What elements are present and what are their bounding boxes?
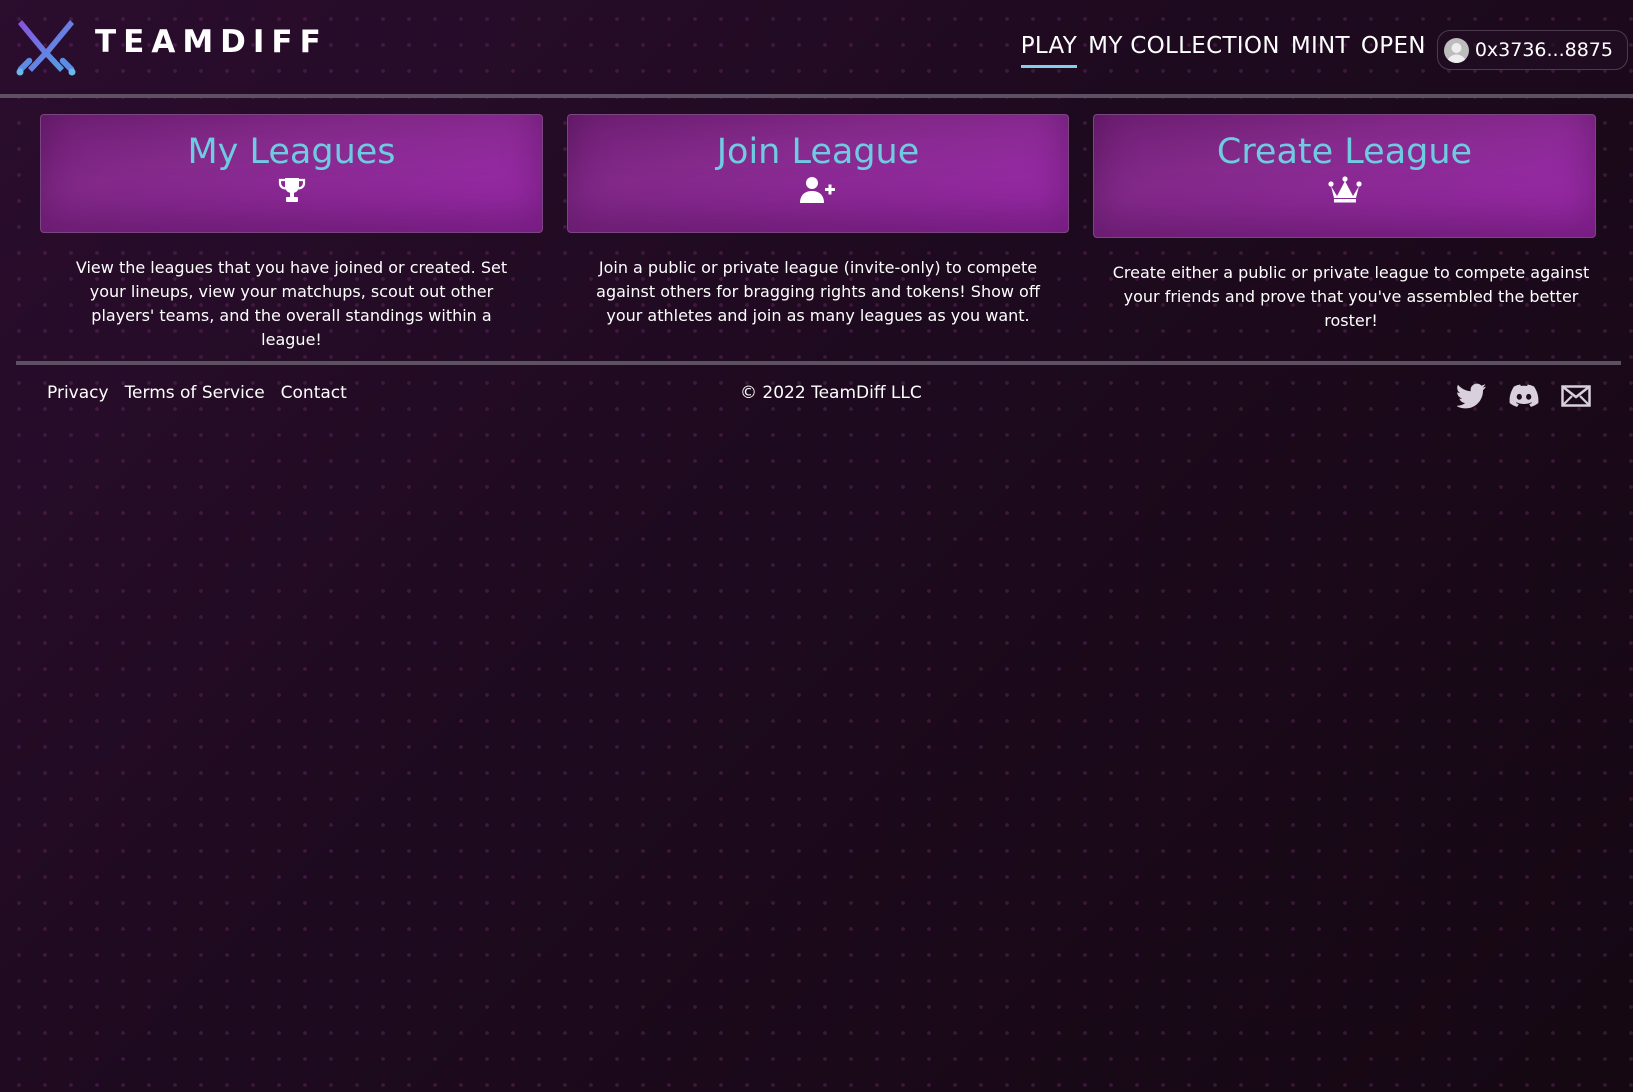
- create-league-title: Create League: [1216, 132, 1473, 172]
- header-divider: [0, 94, 1633, 98]
- trophy-icon: [41, 176, 542, 204]
- join-league-card[interactable]: Join League: [567, 114, 1069, 233]
- contact-link[interactable]: Contact: [281, 383, 347, 403]
- site-header: TEAMDIFF PLAY MY COLLECTION MINT OPEN 0x…: [0, 0, 1633, 98]
- create-league-description: Create either a public or private league…: [1112, 263, 1590, 330]
- twitter-icon[interactable]: [1456, 383, 1487, 409]
- my-leagues-card[interactable]: My Leagues: [40, 114, 543, 233]
- social-links: [1456, 383, 1591, 409]
- terms-of-service-link[interactable]: Terms of Service: [125, 383, 265, 403]
- nav-play[interactable]: PLAY: [1020, 30, 1078, 68]
- my-leagues-description: View the leagues that you have joined or…: [75, 258, 508, 349]
- teamdiff-logo-icon[interactable]: [14, 16, 78, 76]
- copyright: © 2022 TeamDiff LLC: [740, 383, 922, 403]
- footer-divider: [16, 361, 1621, 365]
- nav-open[interactable]: OPEN: [1361, 30, 1426, 68]
- join-league-description: Join a public or private league (invite-…: [596, 258, 1040, 325]
- footer-links: Privacy Terms of Service Contact: [47, 383, 363, 403]
- create-league-card[interactable]: Create League: [1093, 114, 1596, 238]
- email-icon[interactable]: [1561, 383, 1591, 409]
- avatar-icon: [1443, 37, 1469, 63]
- privacy-link[interactable]: Privacy: [47, 383, 109, 403]
- discord-icon[interactable]: [1509, 383, 1539, 409]
- wallet-button[interactable]: 0x3736...8875: [1436, 30, 1628, 70]
- crown-icon: [1094, 176, 1595, 204]
- user-plus-icon: [568, 176, 1068, 204]
- join-league-title: Join League: [716, 132, 920, 172]
- nav-my-collection[interactable]: MY COLLECTION: [1088, 30, 1280, 68]
- my-leagues-title: My Leagues: [187, 132, 396, 172]
- main-nav: PLAY MY COLLECTION MINT OPEN 0x3736...88…: [1020, 30, 1633, 70]
- nav-mint[interactable]: MINT: [1291, 30, 1350, 68]
- wallet-address: 0x3736...8875: [1474, 39, 1613, 61]
- brand-name[interactable]: TEAMDIFF: [95, 24, 328, 60]
